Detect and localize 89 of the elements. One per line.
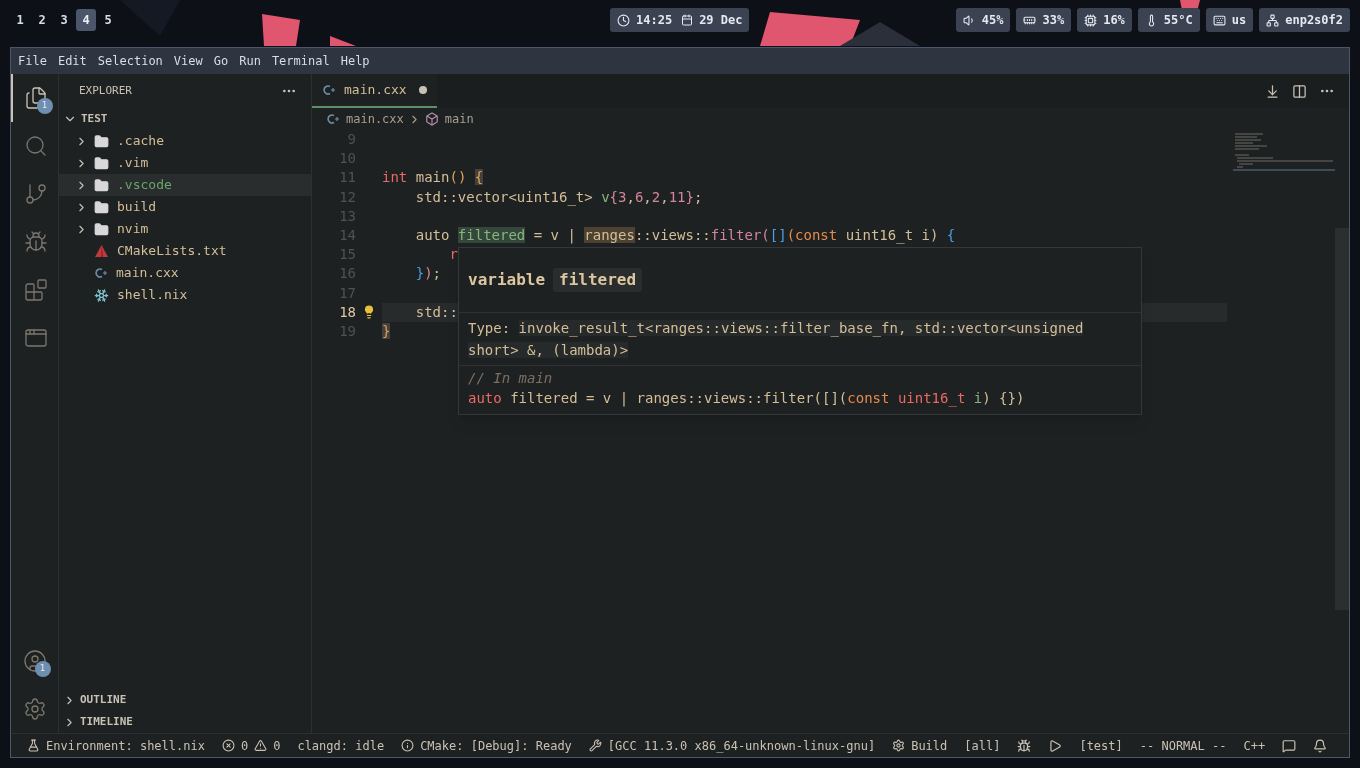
code-token: 11 [668,188,686,205]
menu-item[interactable]: Help [340,52,370,70]
code-token: { [474,169,484,186]
breadcrumb-item[interactable]: main [424,110,474,128]
tree-item[interactable]: .vim [59,152,311,174]
status-text: clangd: idle [297,737,385,755]
status-text: Environment: shell.nix [46,737,205,755]
clock-pill: 14:25 29 Dec [610,8,750,32]
workspace-button[interactable]: 3 [54,9,74,31]
badge: 1 [36,98,53,114]
code-token: } [685,188,694,205]
tree-item[interactable]: .cache [59,130,311,152]
code-token: filtered [457,226,526,243]
workspace-button[interactable]: 2 [32,9,52,31]
hover-title: variable [468,269,546,291]
code-comment: // In main [468,369,554,388]
code-token: (const [786,226,838,243]
code-token: ; [432,265,442,282]
code-token: 2 [651,188,661,205]
code-token: 6 [634,188,644,205]
code-token: , [643,188,652,205]
line-number: 18 [338,302,356,322]
menu-item[interactable]: Edit [57,52,87,70]
menu-item[interactable]: File [18,52,47,70]
code-token: ) {}) [982,390,1025,406]
code-token: , [626,188,635,205]
status-text: CMake: [Debug]: Ready [420,737,572,755]
code-token: uint16_t [896,390,966,406]
code-token: auto [468,390,502,406]
code-token: ::views:: [634,226,711,243]
tree-item[interactable]: main.cxx [59,262,311,284]
code-token: ; [693,188,703,205]
tree-item[interactable]: TEST [59,108,311,130]
status-text: Build [911,737,948,755]
code-token: ( [761,226,770,243]
code-token: = v | [532,226,577,243]
code-token: r [448,246,458,263]
status-text: [GCC 11.3.0 x86_64-unknown-linux-gnu] [607,737,876,755]
code-token: v [601,188,610,205]
code-token: int [382,169,408,186]
code-token: main [414,169,450,186]
code-token: std:: [414,303,458,320]
status-text: -- NORMAL -- [1139,737,1227,755]
section-header[interactable]: OUTLINE [59,689,311,711]
breadcrumb-item[interactable]: main.cxx [326,110,404,128]
badge: 1 [34,661,51,677]
code-token: () [449,169,468,186]
status-pill: 16% [1077,8,1132,32]
code-token: 3 [618,188,627,205]
code-token: std::vector<uint16_t> [414,188,594,205]
status-text: [all] [964,737,1001,755]
code-token: i [972,390,983,406]
status-pill: enp2s0f2 [1259,8,1350,32]
menu-item[interactable]: Run [239,52,261,70]
code-token: filtered = v | ranges::views::filter([]( [509,390,848,406]
code-token: ) [424,265,433,282]
tree-item[interactable]: .vscode [59,174,311,196]
code-token: } [414,265,425,282]
status-pill: 33% [1016,8,1072,32]
sidebar-title: EXPLORER [79,82,133,99]
code-token: ranges [584,226,635,243]
code-token: { [946,226,956,243]
status-pill: 55°C [1137,8,1200,32]
symbol-name: filtered [553,268,643,292]
code-token: auto [414,226,451,243]
code-token: uint16_t i) [844,226,940,243]
problems-indicator[interactable]: 0 0 [221,736,281,755]
code-token: { [609,188,619,205]
workspace-button[interactable]: 1 [10,9,30,31]
tree-item[interactable]: build [59,196,311,218]
status-text: C++ [1243,737,1266,755]
code-token: [] [769,226,787,243]
code-token: const [847,390,890,406]
code-token: filter [710,226,762,243]
code-token: , [660,188,669,205]
status-pill: 45% [955,8,1011,32]
status-pill: us [1205,8,1254,32]
code-token: } [382,322,391,339]
tree-item[interactable]: CMakeLists.txt [59,240,311,262]
menu-item[interactable]: Terminal [271,52,330,70]
menu-item[interactable]: Go [213,52,229,70]
section-header[interactable]: TIMELINE [59,711,311,733]
workspace-button[interactable]: 5 [98,9,118,31]
tree-item[interactable]: nvim [59,218,311,240]
menu-item[interactable]: View [173,52,203,70]
menu-item[interactable]: Selection [97,52,163,70]
workspace-button[interactable]: 4 [76,9,96,31]
tree-item[interactable]: shell.nix [59,284,311,306]
status-text: [test] [1079,737,1123,755]
